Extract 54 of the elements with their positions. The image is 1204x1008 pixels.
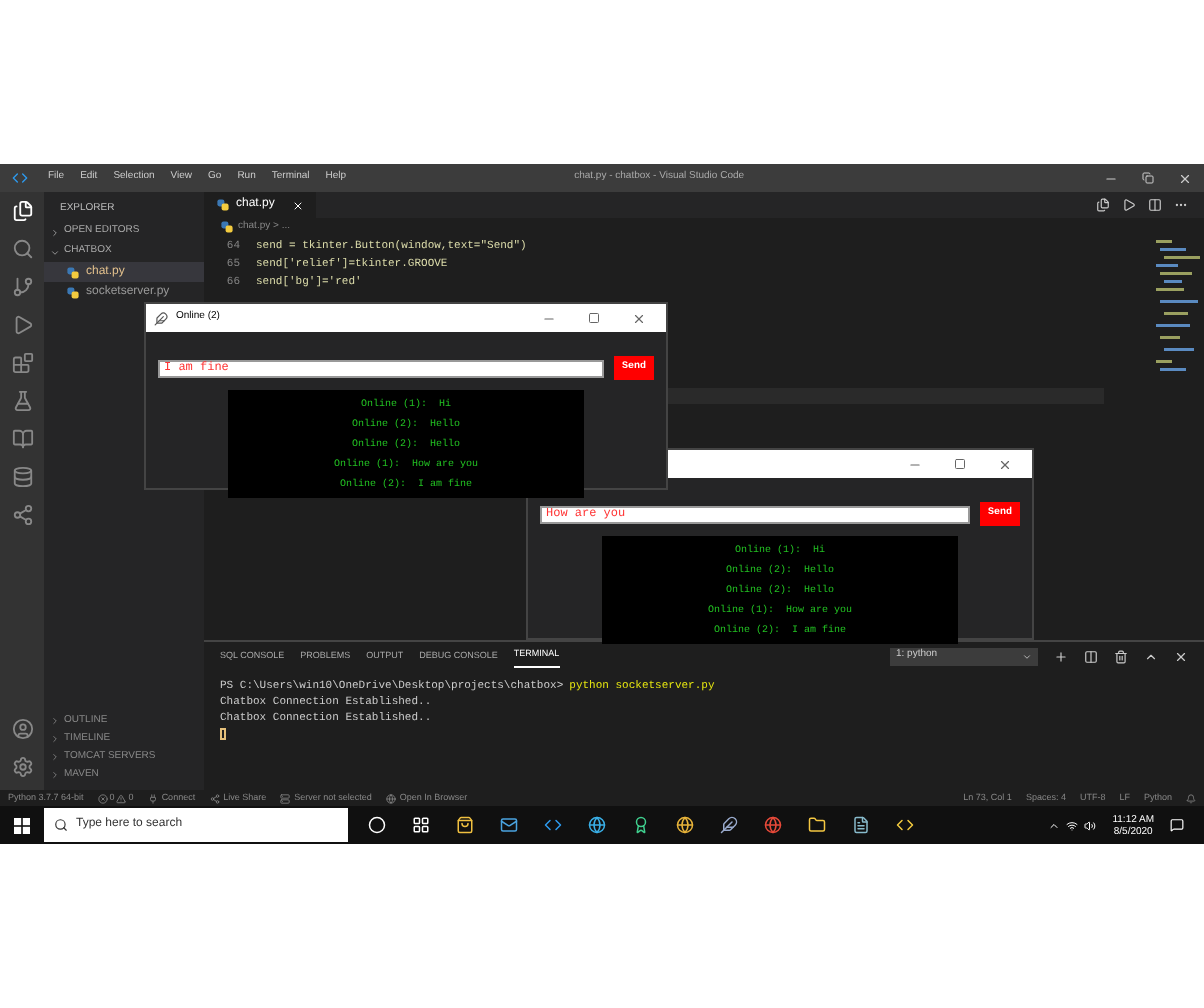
flask-icon[interactable] [11,390,33,412]
account-icon[interactable] [11,718,33,740]
network-icon[interactable] [1066,819,1079,831]
chevron-up-icon[interactable] [1144,649,1158,663]
settings-icon[interactable] [11,756,33,778]
search-icon [54,818,68,832]
warning-icon [116,793,127,803]
split-icon[interactable] [1084,649,1098,663]
feather-icon [154,311,168,325]
error-icon [97,793,108,803]
more-icon[interactable] [1174,198,1188,212]
files-icon[interactable] [11,200,33,222]
globe-icon[interactable] [676,816,694,834]
share-icon[interactable] [11,504,33,526]
maximize-icon[interactable] [954,458,966,470]
circle-icon[interactable] [368,816,386,834]
grid-icon[interactable] [412,816,430,834]
book-icon[interactable] [11,428,33,450]
document-icon[interactable] [852,816,870,834]
volume-icon[interactable] [1084,819,1097,831]
run-icon[interactable] [1122,198,1136,212]
code-icon[interactable] [544,816,562,834]
share-icon [209,793,220,803]
globe-icon[interactable] [764,816,782,834]
feather-icon[interactable] [720,816,738,834]
plug-icon [147,793,158,803]
terminal-cursor [220,728,226,740]
server-icon [280,793,291,803]
folder-icon[interactable] [808,816,826,834]
mail-icon[interactable] [500,816,518,834]
code-icon[interactable] [896,816,914,834]
chevron-up-icon[interactable] [1048,819,1061,831]
chevron-right-icon [50,227,60,237]
search-icon[interactable] [11,238,33,260]
bag-icon[interactable] [456,816,474,834]
globe-icon [385,793,396,803]
windows-logo-icon[interactable] [14,817,30,833]
globe-icon[interactable] [588,816,606,834]
blocks-icon[interactable] [11,352,33,374]
play-icon[interactable] [11,314,33,336]
code-logo-icon [12,170,28,186]
database-icon[interactable] [11,466,33,488]
branch-icon[interactable] [11,276,33,298]
bell-icon[interactable] [1186,793,1196,803]
split-icon[interactable] [1148,198,1162,212]
add-icon[interactable] [1054,649,1068,663]
restore-icon[interactable] [1142,172,1154,184]
chevron-down-icon [1022,651,1032,661]
trash-icon[interactable] [1114,649,1128,663]
maximize-icon[interactable] [588,312,600,324]
compare-icon[interactable] [1096,198,1110,212]
chevron-down-icon [50,247,60,257]
award-icon[interactable] [632,816,650,834]
notifications-icon[interactable] [1170,818,1184,832]
